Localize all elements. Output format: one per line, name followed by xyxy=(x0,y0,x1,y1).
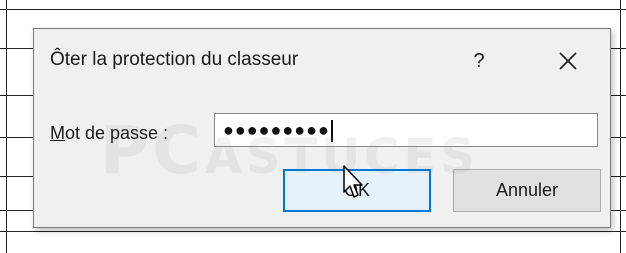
text-caret xyxy=(330,120,333,143)
password-label-text: ot de passe : xyxy=(65,123,169,143)
help-button[interactable]: ? xyxy=(459,43,499,79)
password-label: Mot de passe : xyxy=(50,123,168,144)
close-icon xyxy=(559,52,577,70)
grid-line xyxy=(0,231,626,232)
dialog-title: Ôter la protection du classeur xyxy=(50,49,299,70)
unprotect-workbook-dialog: Ôter la protection du classeur ? Mot de … xyxy=(33,28,611,228)
grid-column-line xyxy=(620,0,621,253)
password-value: ●●●●●●●●● xyxy=(223,120,330,140)
password-label-accelerator: M xyxy=(50,123,65,143)
grid-line xyxy=(0,9,626,10)
close-button[interactable] xyxy=(546,43,590,79)
dialog-titlebar[interactable]: Ôter la protection du classeur ? xyxy=(34,29,610,91)
mouse-pointer-icon xyxy=(343,165,363,198)
password-field[interactable]: ●●●●●●●●● xyxy=(214,113,598,147)
grid-column-line xyxy=(6,0,7,253)
cancel-button[interactable]: Annuler xyxy=(453,169,601,212)
